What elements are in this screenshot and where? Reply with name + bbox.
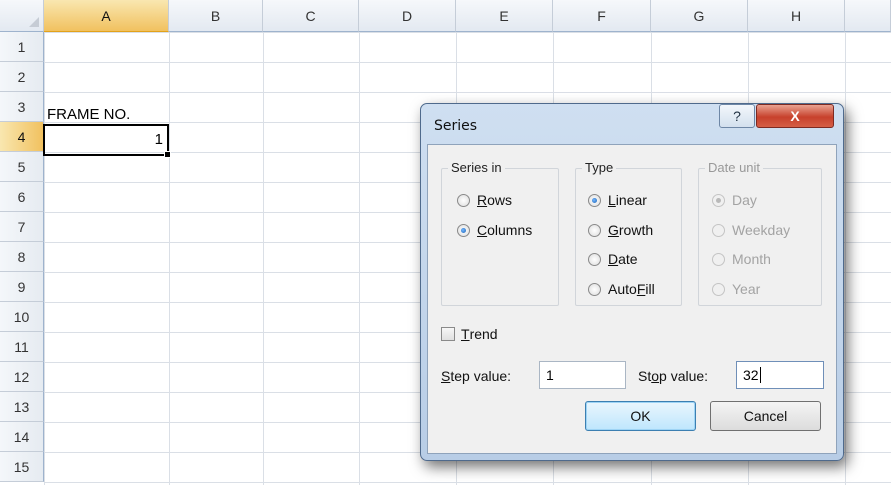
- radio-date-accel: D: [608, 251, 619, 267]
- column-header-a[interactable]: A: [44, 0, 169, 32]
- date-unit-label: Date unit: [705, 160, 764, 175]
- type-label: Type: [582, 160, 617, 175]
- stop-value-pre: St: [638, 368, 652, 384]
- trend-accel: T: [461, 326, 470, 342]
- radio-autofill-accel: F: [636, 281, 646, 297]
- radio-month-label: Month: [732, 251, 771, 267]
- text-caret: [759, 367, 761, 383]
- stop-value-accel: o: [651, 368, 660, 384]
- close-icon: X: [790, 108, 800, 124]
- radio-rows[interactable]: Rows: [457, 189, 512, 211]
- radio-day-indicator: [712, 193, 725, 207]
- column-header-g[interactable]: G: [651, 0, 748, 32]
- radio-rows-label: ows: [487, 192, 513, 208]
- row-header-7[interactable]: 7: [0, 212, 44, 242]
- radio-rows-accel: R: [477, 192, 488, 208]
- stop-value-text-content: 32: [743, 367, 759, 383]
- row-header-5[interactable]: 5: [0, 152, 44, 182]
- radio-columns-indicator: [457, 223, 470, 237]
- step-value-text: tep value:: [450, 368, 512, 384]
- radio-linear-indicator: [588, 193, 601, 207]
- radio-year-indicator: [712, 282, 725, 296]
- radio-date[interactable]: Date: [588, 248, 638, 270]
- radio-weekday-label: Weekday: [732, 222, 791, 238]
- radio-weekday-indicator: [712, 223, 725, 237]
- radio-columns-label: olumns: [487, 222, 533, 238]
- trend-checkbox[interactable]: Trend: [441, 323, 498, 345]
- column-header-b[interactable]: B: [169, 0, 263, 32]
- help-icon: ?: [733, 108, 741, 124]
- radio-year-label: Year: [732, 281, 761, 297]
- radio-autofill-pre: Auto: [608, 281, 637, 297]
- stop-value-input[interactable]: 32: [736, 361, 824, 389]
- radio-date-indicator: [588, 252, 601, 266]
- radio-autofill-indicator: [588, 282, 601, 296]
- column-header-e[interactable]: E: [456, 0, 553, 32]
- radio-columns[interactable]: Columns: [457, 219, 532, 241]
- row-header-15[interactable]: 15: [0, 452, 44, 482]
- stop-value-label: Stop value:: [638, 368, 708, 384]
- radio-growth-accel: G: [608, 222, 619, 238]
- row-header-3[interactable]: 3: [0, 92, 44, 122]
- radio-day-label: Day: [732, 192, 757, 208]
- row-header-12[interactable]: 12: [0, 362, 44, 392]
- radio-columns-accel: C: [477, 222, 488, 238]
- radio-growth-label: rowth: [618, 222, 654, 238]
- column-header-f[interactable]: F: [553, 0, 651, 32]
- radio-day: Day: [712, 189, 757, 211]
- radio-growth-indicator: [588, 223, 601, 237]
- row-header-1[interactable]: 1: [0, 32, 44, 62]
- radio-weekday: Weekday: [712, 219, 790, 241]
- column-header-h[interactable]: H: [748, 0, 845, 32]
- row-header-11[interactable]: 11: [0, 332, 44, 362]
- step-value-label: Step value:: [441, 368, 511, 384]
- radio-autofill[interactable]: Auto Fill: [588, 278, 655, 300]
- radio-month-indicator: [712, 252, 725, 266]
- radio-date-label: ate: [618, 251, 638, 267]
- column-header-next[interactable]: [845, 0, 891, 32]
- row-header-13[interactable]: 13: [0, 392, 44, 422]
- radio-linear[interactable]: Linear: [588, 189, 647, 211]
- cancel-button[interactable]: Cancel: [710, 401, 821, 431]
- trend-checkbox-box: [441, 327, 455, 341]
- fill-handle[interactable]: [164, 151, 171, 158]
- column-header-d[interactable]: D: [359, 0, 456, 32]
- stop-value-text: p value:: [659, 368, 709, 384]
- ok-button[interactable]: OK: [585, 401, 696, 431]
- step-value-accel: S: [441, 368, 451, 384]
- close-button[interactable]: X: [756, 104, 834, 128]
- help-button[interactable]: ?: [719, 104, 755, 128]
- radio-growth[interactable]: Growth: [588, 219, 653, 241]
- radio-linear-accel: L: [608, 192, 616, 208]
- row-header-14[interactable]: 14: [0, 422, 44, 452]
- row-header-10[interactable]: 10: [0, 302, 44, 332]
- row-header-6[interactable]: 6: [0, 182, 44, 212]
- step-value-input[interactable]: 1: [539, 361, 626, 389]
- radio-month: Month: [712, 248, 771, 270]
- series-in-label: Series in: [448, 160, 505, 175]
- dialog-title: Series: [434, 118, 478, 134]
- radio-linear-label: inear: [615, 192, 647, 208]
- cell-a4-active[interactable]: 1: [43, 124, 169, 156]
- row-header-2[interactable]: 2: [0, 62, 44, 92]
- select-all-corner[interactable]: [0, 0, 44, 32]
- row-header-8[interactable]: 8: [0, 242, 44, 272]
- radio-rows-indicator: [457, 193, 470, 207]
- radio-autofill-label: ill: [645, 281, 655, 297]
- trend-label: rend: [469, 326, 498, 342]
- row-header-4[interactable]: 4: [0, 122, 44, 152]
- radio-year: Year: [712, 278, 760, 300]
- row-header-9[interactable]: 9: [0, 272, 44, 302]
- column-header-c[interactable]: C: [263, 0, 359, 32]
